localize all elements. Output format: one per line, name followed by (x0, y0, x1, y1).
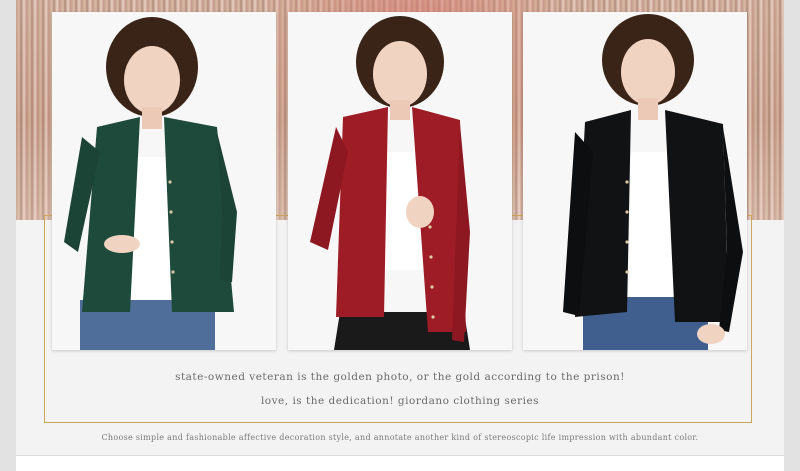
model-black-illustration (523, 12, 747, 350)
caption-line-2: love, is the dedication! giordano clothi… (260, 395, 540, 407)
model-green-illustration (52, 12, 276, 350)
caption-line-3: Choose simple and fashionable affective … (101, 433, 699, 442)
product-banner: state-owned veteran is the golden photo,… (0, 0, 800, 471)
product-photo-green[interactable] (52, 12, 276, 350)
caption-line-1: state-owned veteran is the golden photo,… (175, 371, 625, 383)
product-photo-black[interactable] (523, 12, 747, 350)
product-photo-red[interactable] (288, 12, 512, 350)
bottom-bar (16, 455, 784, 471)
model-red-illustration (288, 12, 512, 350)
